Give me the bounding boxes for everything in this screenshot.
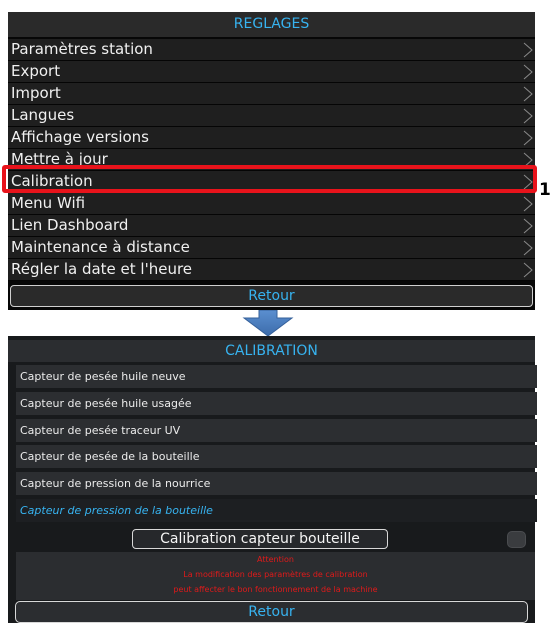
reglages-back-button[interactable]: Retour [10, 285, 533, 307]
menu-item-label: Maintenance à distance [11, 238, 190, 256]
sensor-item-pression-nourrice[interactable]: Capteur de pression de la nourrice [16, 472, 537, 496]
reglages-screen: REGLAGES Paramètres station Export Impor… [8, 12, 535, 310]
menu-item-label: Régler la date et l'heure [11, 260, 193, 278]
down-arrow-icon [242, 310, 294, 336]
sensor-item-pesee-bouteille[interactable]: Capteur de pesée de la bouteille [16, 445, 537, 469]
menu-item-lien-dashboard[interactable]: Lien Dashboard [8, 215, 535, 237]
reglages-menu: Paramètres station Export Import Langues… [8, 39, 535, 281]
chevron-right-icon [523, 218, 533, 234]
calibration-screen: CALIBRATION Capteur de pesée huile neuve… [8, 336, 537, 623]
sensor-list: Capteur de pesée huile neuve Capteur de … [16, 365, 537, 526]
calibration-title: CALIBRATION [8, 340, 535, 362]
warning-panel: Attention La modification des paramètres… [16, 552, 535, 600]
warning-line: peut affecter le bon fonctionnement de l… [173, 585, 378, 594]
menu-item-label: Import [11, 84, 61, 102]
sensor-item-traceur-uv[interactable]: Capteur de pesée traceur UV [16, 418, 537, 442]
menu-item-maintenance-a-distance[interactable]: Maintenance à distance [8, 237, 535, 259]
callout-number: 1 [539, 180, 551, 200]
status-toggle[interactable] [507, 531, 526, 548]
chevron-right-icon [523, 42, 533, 58]
reglages-title: REGLAGES [8, 12, 535, 37]
chevron-right-icon [523, 262, 533, 278]
menu-item-regler-date-heure[interactable]: Régler la date et l'heure [8, 259, 535, 281]
menu-item-langues[interactable]: Langues [8, 105, 535, 127]
menu-item-label: Langues [11, 106, 75, 124]
chevron-right-icon [523, 64, 533, 80]
menu-item-parametres-station[interactable]: Paramètres station [8, 39, 535, 61]
sensor-item-huile-neuve[interactable]: Capteur de pesée huile neuve [16, 365, 537, 388]
calibration-highlight-box [2, 165, 537, 193]
chevron-right-icon [523, 196, 533, 212]
menu-item-menu-wifi[interactable]: Menu Wifi [8, 193, 535, 215]
menu-item-import[interactable]: Import [8, 83, 535, 105]
chevron-right-icon [523, 130, 533, 146]
menu-item-label: Affichage versions [11, 128, 149, 146]
chevron-right-icon [523, 240, 533, 256]
sensor-item-huile-usagee[interactable]: Capteur de pesée huile usagée [16, 391, 537, 415]
chevron-right-icon [523, 108, 533, 124]
menu-item-label: Lien Dashboard [11, 216, 129, 234]
calibration-back-button[interactable]: Retour [15, 601, 528, 623]
warning-line: La modification des paramètres de calibr… [183, 570, 368, 579]
calibrate-bottle-sensor-button[interactable]: Calibration capteur bouteille [132, 529, 388, 549]
menu-item-affichage-versions[interactable]: Affichage versions [8, 127, 535, 149]
chevron-right-icon [523, 86, 533, 102]
sensor-item-pression-bouteille[interactable]: Capteur de pression de la bouteille [16, 498, 537, 522]
menu-item-export[interactable]: Export [8, 61, 535, 83]
warning-title: Attention [257, 555, 294, 564]
menu-item-label: Menu Wifi [11, 194, 86, 212]
menu-item-label: Export [11, 62, 61, 80]
menu-item-label: Paramètres station [11, 40, 153, 58]
